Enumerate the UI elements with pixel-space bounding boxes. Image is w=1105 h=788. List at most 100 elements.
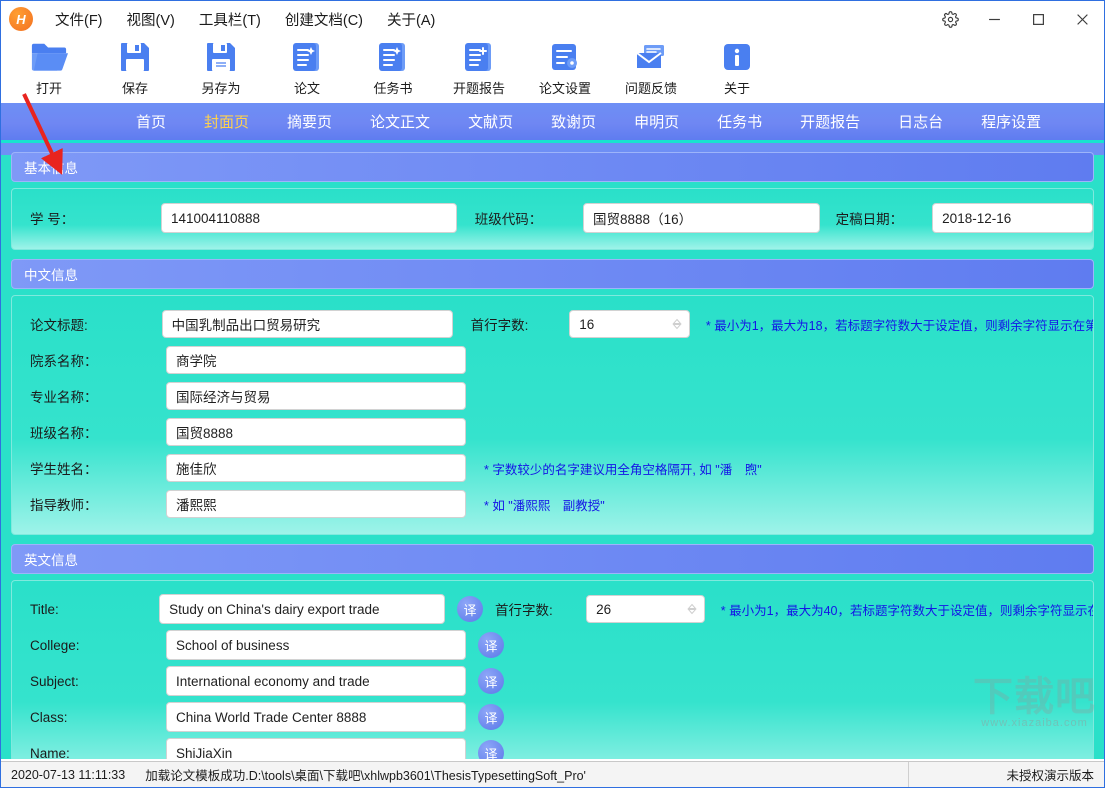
close-button[interactable] <box>1060 1 1104 37</box>
nav-item-declaration[interactable]: 申明页 <box>634 111 679 132</box>
section-title-basic-info: 基本信息 <box>24 161 78 176</box>
toolbar-save-as-button[interactable]: 另存为 <box>193 37 249 97</box>
nav-item-references[interactable]: 文献页 <box>468 111 513 132</box>
english-title-row: Title: Study on China's dairy export tra… <box>12 591 1093 627</box>
english-college-row: College: School of business 译 <box>12 627 1093 663</box>
toolbar-doc-settings-label: 论文设置 <box>538 81 591 96</box>
info-icon <box>720 37 754 77</box>
toolbar-proposal-label: 开题报告 <box>452 81 505 96</box>
section-body-english-info: Title: Study on China's dairy export tra… <box>11 580 1094 759</box>
document-settings-icon <box>548 37 582 77</box>
nav-item-main-text[interactable]: 论文正文 <box>370 111 430 132</box>
feedback-mail-icon <box>634 37 668 77</box>
cn-title-input[interactable]: 中国乳制品出口贸易研究 <box>161 310 453 338</box>
toolbar-about-label: 关于 <box>723 81 750 96</box>
en-college-input[interactable]: School of business <box>166 630 466 660</box>
page-content: 基本信息 学 号： 141004110888 班级代码： 国贸8888（16） … <box>1 143 1104 759</box>
cn-first-line-stepper[interactable]: 16 <box>569 310 690 338</box>
status-bar: 2020-07-13 11:11:33 加载论文模板成功.D:\tools\桌面… <box>1 761 1104 787</box>
en-first-line-value: 26 <box>596 601 612 617</box>
cn-teacher-input[interactable]: 潘熙熙 <box>166 490 466 518</box>
chinese-title-row: 论文标题: 中国乳制品出口贸易研究 首行字数: 16 * 最小为1，最大为18，… <box>12 306 1093 342</box>
nav-item-cover[interactable]: 封面页 <box>204 111 249 132</box>
cn-student-name-input[interactable]: 施佳欣 <box>166 454 466 482</box>
minimize-icon <box>988 18 1000 20</box>
window-controls <box>928 1 1104 37</box>
toolbar-thesis-label: 论文 <box>293 81 320 96</box>
en-name-input[interactable]: ShiJiaXin <box>166 738 466 759</box>
student-id-input[interactable]: 141004110888 <box>160 203 457 233</box>
chinese-major-row: 专业名称： 国际经济与贸易 <box>12 378 1093 414</box>
menu-view[interactable]: 视图(V) <box>115 5 187 34</box>
status-message: 加载论文模板成功.D:\tools\桌面\下载吧\xhlwpb3601\Thes… <box>145 769 586 783</box>
en-college-label: College: <box>30 637 80 653</box>
nav-item-home[interactable]: 首页 <box>136 111 166 132</box>
translate-name-button[interactable]: 译 <box>478 740 504 759</box>
en-subject-input[interactable]: International economy and trade <box>166 666 466 696</box>
translate-subject-button[interactable]: 译 <box>478 668 504 694</box>
toolbar-task-label: 任务书 <box>373 81 413 96</box>
chinese-college-row: 院系名称： 商学院 <box>12 342 1093 378</box>
close-icon <box>1076 13 1088 25</box>
en-title-input[interactable]: Study on China's dairy export trade <box>159 594 445 624</box>
menu-bar: 文件(F) 视图(V) 工具栏(T) 创建文档(C) 关于(A) <box>43 5 447 34</box>
translate-class-button[interactable]: 译 <box>478 704 504 730</box>
class-code-label: 班级代码： <box>474 212 543 227</box>
cn-first-line-label: 首行字数: <box>470 318 529 333</box>
en-class-input[interactable]: China World Trade Center 8888 <box>166 702 466 732</box>
ribbon-toolbar: 打开 保存 另存为 论文 任务书 开题报告 论文设置 问题反馈 关于 <box>1 37 1104 103</box>
final-date-label: 定稿日期： <box>835 212 904 227</box>
section-header-english-info: 英文信息 <box>11 544 1094 574</box>
toolbar-about-button[interactable]: 关于 <box>709 37 765 97</box>
chevron-updown-icon[interactable] <box>672 318 682 330</box>
nav-item-program-settings[interactable]: 程序设置 <box>981 111 1041 132</box>
toolbar-feedback-label: 问题反馈 <box>624 81 677 96</box>
toolbar-proposal-button[interactable]: 开题报告 <box>451 37 507 97</box>
menu-toolbar[interactable]: 工具栏(T) <box>187 5 273 34</box>
status-timestamp: 2020-07-13 11:11:33 <box>11 767 126 782</box>
cn-college-input[interactable]: 商学院 <box>166 346 466 374</box>
toolbar-save-button[interactable]: 保存 <box>107 37 163 97</box>
en-first-line-label: 首行字数: <box>494 603 553 618</box>
section-body-chinese-info: 论文标题: 中国乳制品出口贸易研究 首行字数: 16 * 最小为1，最大为18，… <box>11 295 1094 535</box>
thesis-document-icon <box>290 37 324 77</box>
menu-create-doc[interactable]: 创建文档(C) <box>273 5 375 34</box>
chinese-student-row: 学生姓名： 施佳欣 * 字数较少的名字建议用全角空格隔开, 如 "潘 煦" <box>12 450 1093 486</box>
settings-button[interactable] <box>928 1 972 37</box>
class-code-input[interactable]: 国贸8888（16） <box>583 203 820 233</box>
minimize-button[interactable] <box>972 1 1016 37</box>
chevron-updown-icon[interactable] <box>687 603 697 615</box>
nav-item-abstract[interactable]: 摘要页 <box>287 111 332 132</box>
english-class-row: Class: China World Trade Center 8888 译 <box>12 699 1093 735</box>
nav-item-acknowledgement[interactable]: 致谢页 <box>551 111 596 132</box>
final-date-input[interactable]: 2018-12-16 <box>932 203 1093 233</box>
cn-student-name-label: 学生姓名： <box>30 462 98 477</box>
toolbar-task-button[interactable]: 任务书 <box>365 37 421 97</box>
cn-student-name-hint: * 字数较少的名字建议用全角空格隔开, 如 "潘 煦" <box>484 462 762 477</box>
en-subject-label: Subject: <box>30 673 79 689</box>
nav-item-task-book[interactable]: 任务书 <box>717 111 762 132</box>
nav-item-proposal[interactable]: 开题报告 <box>800 111 860 132</box>
menu-file[interactable]: 文件(F) <box>43 5 115 34</box>
menu-about[interactable]: 关于(A) <box>375 5 447 34</box>
cn-teacher-hint: * 如 "潘熙熙 副教授" <box>484 498 605 513</box>
nav-item-log[interactable]: 日志台 <box>898 111 943 132</box>
cn-major-input[interactable]: 国际经济与贸易 <box>166 382 466 410</box>
toolbar-save-label: 保存 <box>121 81 148 96</box>
toolbar-thesis-button[interactable]: 论文 <box>279 37 335 97</box>
toolbar-doc-settings-button[interactable]: 论文设置 <box>537 37 593 97</box>
chinese-teacher-row: 指导教师： 潘熙熙 * 如 "潘熙熙 副教授" <box>12 486 1093 522</box>
en-first-line-stepper[interactable]: 26 <box>586 595 705 623</box>
toolbar-save-as-label: 另存为 <box>201 81 241 96</box>
cn-class-input[interactable]: 国贸8888 <box>166 418 466 446</box>
maximize-button[interactable] <box>1016 1 1060 37</box>
open-folder-icon <box>30 37 68 77</box>
en-class-label: Class: <box>30 709 68 725</box>
toolbar-feedback-button[interactable]: 问题反馈 <box>623 37 679 97</box>
translate-title-button[interactable]: 译 <box>456 596 483 622</box>
save-as-floppy-icon <box>204 37 238 77</box>
translate-college-button[interactable]: 译 <box>478 632 504 658</box>
toolbar-open-button[interactable]: 打开 <box>21 37 77 97</box>
basic-info-row: 学 号： 141004110888 班级代码： 国贸8888（16） 定稿日期：… <box>12 197 1093 239</box>
en-first-line-hint: * 最小为1，最大为40，若标题字符数大于设定值，则剩余字符显示在第二 <box>720 603 1093 618</box>
